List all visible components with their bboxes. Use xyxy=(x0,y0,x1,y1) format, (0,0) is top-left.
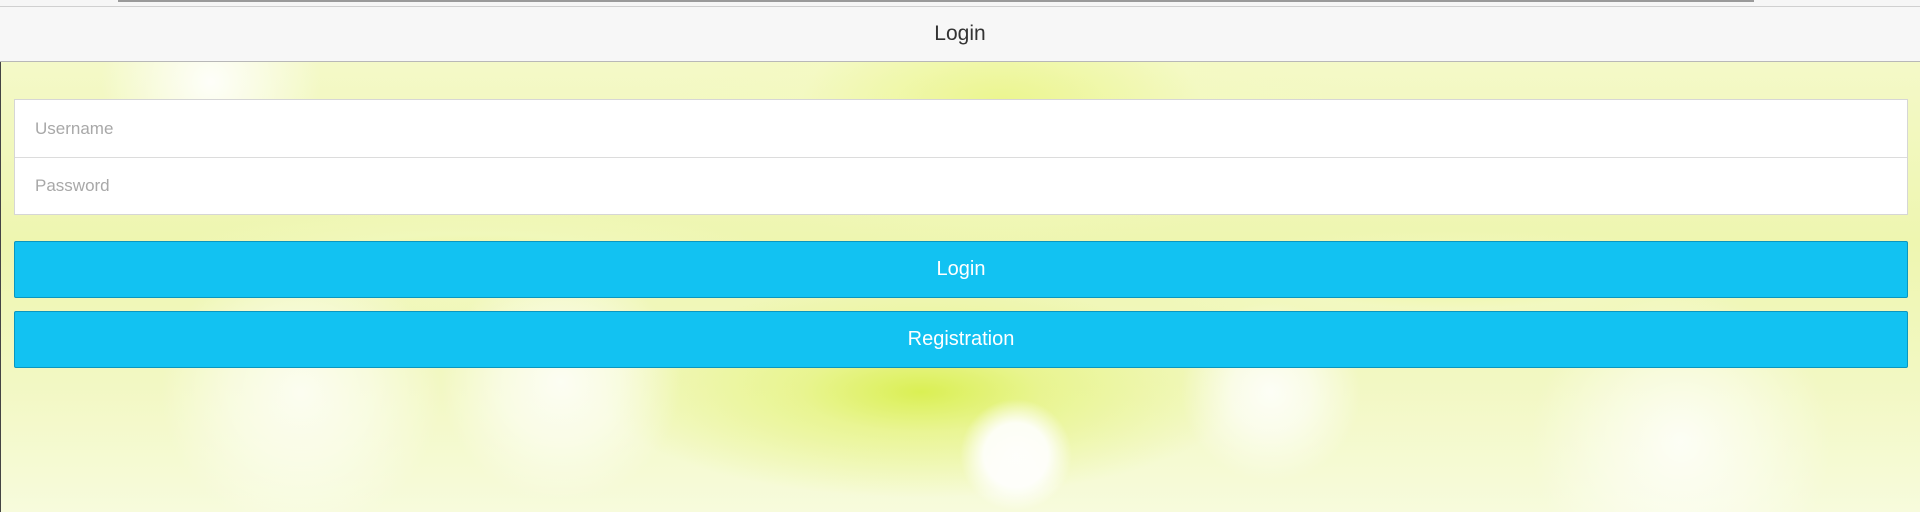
login-content: Login Registration xyxy=(0,62,1920,512)
login-form: Login Registration xyxy=(14,99,1908,368)
username-input[interactable] xyxy=(15,100,1907,157)
credentials-group xyxy=(14,99,1908,215)
login-button-label: Login xyxy=(936,258,986,280)
login-button[interactable]: Login xyxy=(14,241,1908,298)
top-scroll-strip xyxy=(0,0,1920,7)
registration-button[interactable]: Registration xyxy=(14,311,1908,368)
page-title: Login xyxy=(934,22,986,45)
registration-button-label: Registration xyxy=(907,328,1015,350)
password-input[interactable] xyxy=(15,157,1907,214)
app-window: Login Login Registration xyxy=(0,0,1920,512)
scroll-track xyxy=(118,0,1754,2)
header-bar: Login xyxy=(0,7,1920,62)
